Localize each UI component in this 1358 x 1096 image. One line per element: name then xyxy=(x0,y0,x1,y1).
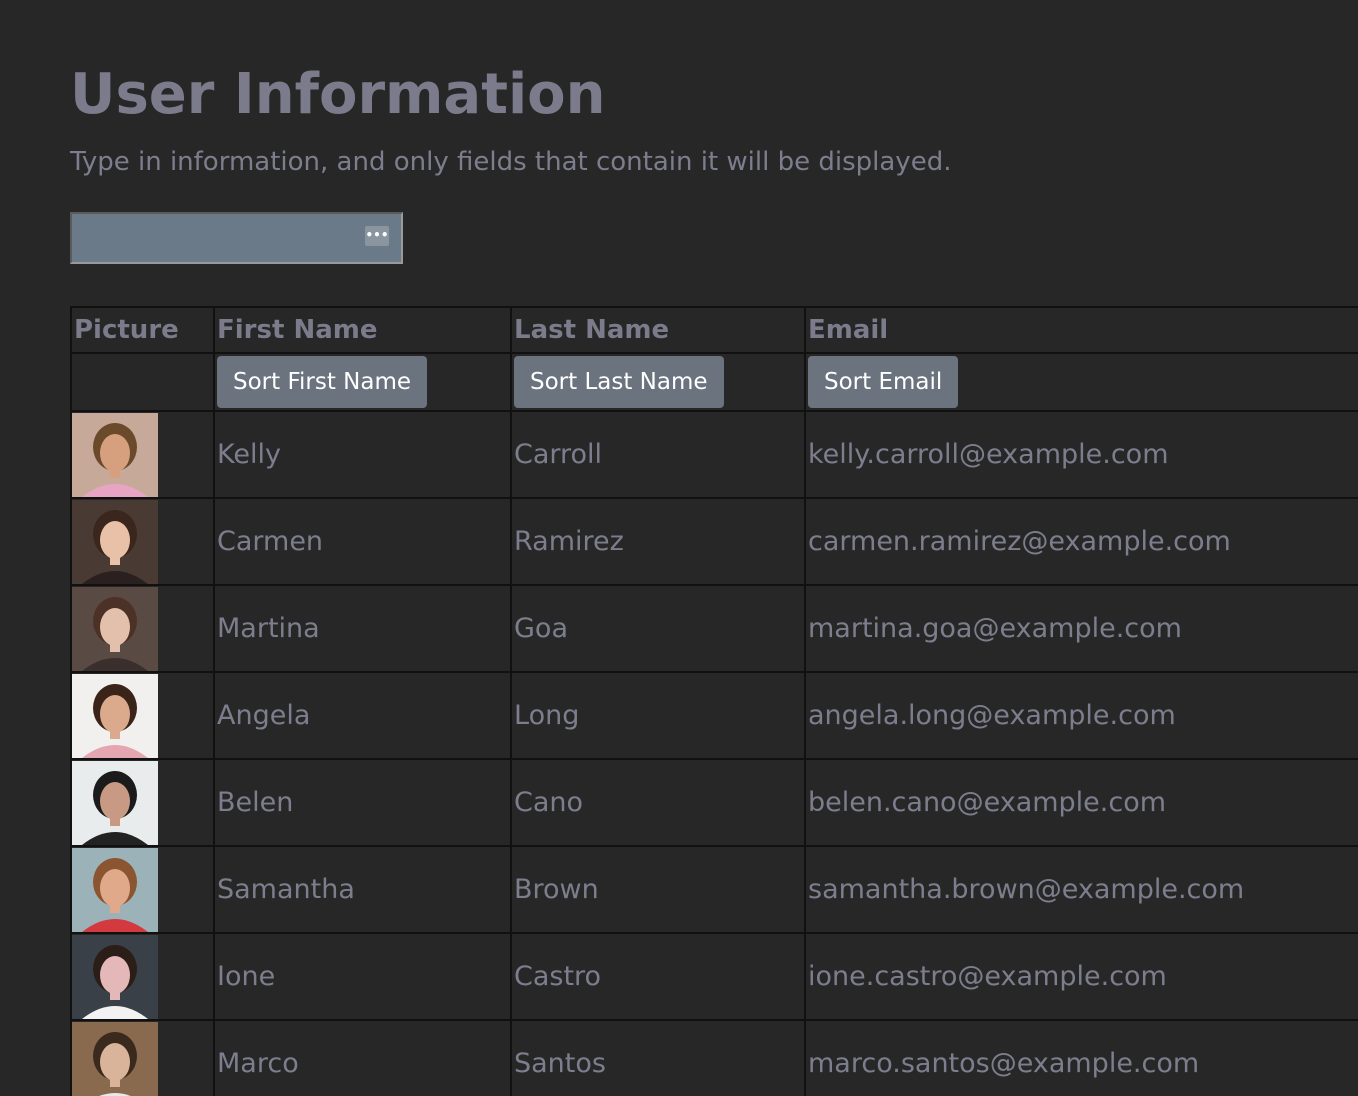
picture-cell xyxy=(70,584,215,673)
header-picture: Picture xyxy=(70,306,215,354)
last-name-cell: Cano xyxy=(510,758,806,847)
first-name-cell: Carmen xyxy=(213,497,512,586)
last-name-cell: Long xyxy=(510,671,806,760)
sort-last-cell: Sort Last Name xyxy=(510,352,806,412)
table-row: Angela Long angela.long@example.com xyxy=(70,671,1358,760)
first-name-cell: Ione xyxy=(213,932,512,1021)
more-dots-icon[interactable]: ••• xyxy=(365,226,389,246)
picture-cell xyxy=(70,758,215,847)
header-last-name: Last Name xyxy=(510,306,806,354)
user-table: Picture First Name Last Name Email Sort … xyxy=(70,306,1358,1096)
last-name-cell: Ramirez xyxy=(510,497,806,586)
table-body: Kelly Carroll kelly.carroll@example.com Car… xyxy=(70,410,1358,1096)
header-row: Picture First Name Last Name Email xyxy=(70,306,1358,354)
picture-cell xyxy=(70,932,215,1021)
search-input[interactable] xyxy=(72,214,368,258)
table-row: Ione Castro ione.castro@example.com xyxy=(70,932,1358,1021)
last-name-cell: Castro xyxy=(510,932,806,1021)
avatar xyxy=(72,934,158,1019)
user-table-container: Picture First Name Last Name Email Sort … xyxy=(70,306,1358,1096)
sort-email-button[interactable]: Sort Email xyxy=(808,356,959,408)
picture-cell xyxy=(70,1019,215,1096)
picture-cell xyxy=(70,410,215,499)
last-name-cell: Brown xyxy=(510,845,806,934)
picture-cell xyxy=(70,671,215,760)
search-field[interactable]: ••• xyxy=(70,212,403,264)
table-row: Martina Goa martina.goa@example.com xyxy=(70,584,1358,673)
avatar xyxy=(72,673,158,758)
first-name-cell: Angela xyxy=(213,671,512,760)
first-name-cell: Belen xyxy=(213,758,512,847)
first-name-cell: Kelly xyxy=(213,410,512,499)
header-email: Email xyxy=(804,306,1358,354)
table-row: Belen Cano belen.cano@example.com xyxy=(70,758,1358,847)
email-cell: martina.goa@example.com xyxy=(804,584,1358,673)
sort-first-cell: Sort First Name xyxy=(213,352,512,412)
last-name-cell: Goa xyxy=(510,584,806,673)
table-row: Samantha Brown samantha.brown@example.com xyxy=(70,845,1358,934)
email-cell: belen.cano@example.com xyxy=(804,758,1358,847)
email-cell: ione.castro@example.com xyxy=(804,932,1358,1021)
table-row: Kelly Carroll kelly.carroll@example.com xyxy=(70,410,1358,499)
page-title: User Information xyxy=(70,62,606,127)
sort-first-name-button[interactable]: Sort First Name xyxy=(217,356,428,408)
sort-last-name-button[interactable]: Sort Last Name xyxy=(514,356,724,408)
sort-empty-cell xyxy=(70,352,215,412)
table-row: Marco Santos marco.santos@example.com xyxy=(70,1019,1358,1096)
first-name-cell: Martina xyxy=(213,584,512,673)
email-cell: marco.santos@example.com xyxy=(804,1019,1358,1096)
avatar xyxy=(72,760,158,845)
sort-email-cell: Sort Email xyxy=(804,352,1358,412)
first-name-cell: Samantha xyxy=(213,845,512,934)
header-first-name: First Name xyxy=(213,306,512,354)
avatar xyxy=(72,847,158,932)
avatar xyxy=(72,586,158,671)
last-name-cell: Carroll xyxy=(510,410,806,499)
email-cell: samantha.brown@example.com xyxy=(804,845,1358,934)
avatar xyxy=(72,499,158,584)
email-cell: carmen.ramirez@example.com xyxy=(804,497,1358,586)
avatar xyxy=(72,1021,158,1096)
picture-cell xyxy=(70,497,215,586)
table-row: Carmen Ramirez carmen.ramirez@example.com xyxy=(70,497,1358,586)
sort-row: Sort First Name Sort Last Name Sort Emai… xyxy=(70,352,1358,412)
first-name-cell: Marco xyxy=(213,1019,512,1096)
picture-cell xyxy=(70,845,215,934)
last-name-cell: Santos xyxy=(510,1019,806,1096)
page-subtitle: Type in information, and only fields tha… xyxy=(70,147,952,177)
avatar xyxy=(72,412,158,497)
email-cell: angela.long@example.com xyxy=(804,671,1358,760)
email-cell: kelly.carroll@example.com xyxy=(804,410,1358,499)
